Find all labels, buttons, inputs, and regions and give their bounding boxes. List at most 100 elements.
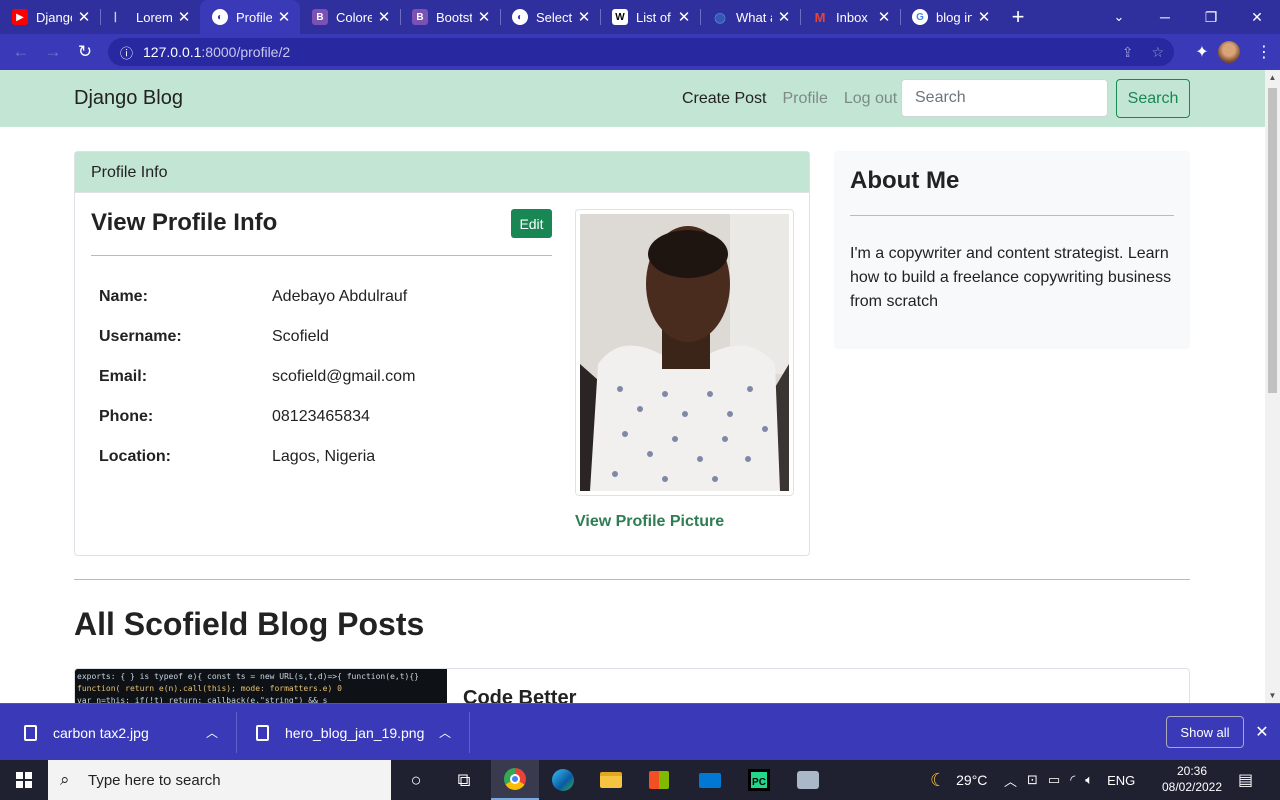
field-label: Name:: [99, 288, 148, 305]
tab-title: Colore: [336, 9, 372, 25]
post-card[interactable]: exports: { } is typeof e){ const ts = ne…: [74, 668, 1190, 703]
nav-create-post[interactable]: Create Post: [682, 90, 766, 108]
info-row: Username: Scofield: [99, 328, 539, 368]
scroll-up-icon[interactable]: ▲: [1265, 70, 1280, 85]
window-close-icon[interactable]: ✕: [1234, 0, 1280, 34]
youtube-icon: ▶: [12, 9, 28, 25]
site-brand[interactable]: Django Blog: [74, 87, 183, 110]
meet-now-icon[interactable]: ⊡: [1027, 772, 1038, 788]
volume-icon[interactable]: 🔈︎: [1085, 772, 1093, 788]
browser-tab[interactable]: B Bootst ✕: [400, 0, 500, 34]
close-icon[interactable]: ✕: [476, 8, 492, 26]
chevron-up-icon[interactable]: ︿: [206, 724, 218, 741]
browser-toolbar: ← → ↻ ⓘ 127.0.0.1:8000/profile/2 ⇪ ☆ ✦ ⋮: [0, 34, 1280, 70]
info-icon[interactable]: ⓘ: [120, 43, 133, 62]
close-icon[interactable]: ✕: [76, 8, 92, 26]
field-label: Email:: [99, 368, 148, 385]
taskbar-search-input[interactable]: ⌕ Type here to search: [48, 760, 391, 800]
file-icon: [24, 724, 37, 741]
tab-title: Lorem: [136, 9, 172, 25]
language-indicator[interactable]: ENG: [1107, 773, 1135, 788]
search-input[interactable]: Search: [901, 79, 1108, 117]
info-row: Name: Adebayo Abdulrauf: [99, 288, 539, 328]
tab-title: Bootst: [436, 9, 472, 25]
gmail-icon: M: [814, 9, 826, 25]
search-button[interactable]: Search: [1116, 79, 1190, 118]
url-path: :8000/profile/2: [201, 44, 291, 60]
scroll-down-icon[interactable]: ▼: [1265, 688, 1280, 703]
chevron-up-icon[interactable]: ︿: [1004, 771, 1017, 790]
close-icon[interactable]: ✕: [876, 8, 892, 26]
page-scrollbar[interactable]: ▲ ▼: [1265, 70, 1280, 703]
new-tab-button[interactable]: +: [1000, 0, 1036, 34]
close-icon[interactable]: ✕: [176, 8, 192, 26]
pycharm-icon[interactable]: PC: [735, 760, 783, 800]
download-item[interactable]: carbon tax2.jpg ︿: [24, 704, 234, 761]
wifi-icon[interactable]: ◜: [1070, 772, 1075, 788]
browser-tab[interactable]: ◍ What a✕: [700, 0, 800, 34]
edit-button[interactable]: Edit: [511, 209, 552, 238]
nav-profile[interactable]: Profile: [782, 90, 827, 108]
close-icon[interactable]: ✕: [276, 8, 292, 26]
browser-tab[interactable]: Gblog in ✕: [900, 0, 1000, 34]
battery-icon[interactable]: ▭: [1048, 772, 1060, 788]
back-arrow-icon[interactable]: ←: [6, 37, 36, 67]
address-bar[interactable]: ⓘ 127.0.0.1:8000/profile/2 ⇪ ☆: [108, 38, 1174, 66]
cortana-icon[interactable]: ○: [392, 760, 440, 800]
browser-tab-active[interactable]: ◐ Profile ✕: [200, 0, 300, 34]
divider: [74, 579, 1190, 580]
show-all-button[interactable]: Show all: [1166, 716, 1244, 748]
restore-icon[interactable]: ❐: [1188, 0, 1234, 34]
view-profile-picture-link[interactable]: View Profile Picture: [575, 513, 724, 531]
task-view-icon[interactable]: ⧉: [440, 760, 488, 800]
close-icon[interactable]: ✕: [676, 8, 692, 26]
about-title: About Me: [850, 167, 960, 194]
browser-tab[interactable]: M Inbox (✕: [800, 0, 900, 34]
field-value: Lagos, Nigeria: [272, 448, 376, 465]
menu-kebab-icon[interactable]: ⋮: [1248, 36, 1280, 68]
close-icon[interactable]: ✕: [376, 8, 392, 26]
scrollbar-thumb[interactable]: [1268, 88, 1277, 393]
windows-start-icon[interactable]: [0, 760, 48, 800]
share-icon[interactable]: ⇪: [1122, 44, 1134, 61]
close-icon[interactable]: ✕: [776, 8, 792, 26]
download-item[interactable]: hero_blog_jan_19.png ︿: [256, 704, 466, 761]
close-icon[interactable]: ✕: [976, 8, 992, 26]
browser-tab[interactable]: ▶ Django✕: [0, 0, 100, 34]
chevron-up-icon[interactable]: ︿: [439, 724, 451, 741]
clock[interactable]: 20:36 08/02/2022: [1152, 763, 1232, 795]
tab-search-chevron-icon[interactable]: ⌄: [1104, 0, 1134, 34]
browser-tab[interactable]: B Colore ✕: [300, 0, 400, 34]
close-icon[interactable]: ✕: [1252, 720, 1272, 744]
field-label: Username:: [99, 328, 182, 345]
profile-photo[interactable]: [575, 209, 794, 496]
browser-tab[interactable]: ⎸ Lorem ✕: [100, 0, 200, 34]
browser-tab[interactable]: ◐ Select ✕: [500, 0, 600, 34]
wikipedia-icon: W: [612, 9, 628, 25]
close-icon[interactable]: ✕: [576, 8, 592, 26]
reload-icon[interactable]: ↻: [70, 37, 100, 67]
windows-taskbar: ⌕ Type here to search ○ ⧉ PC ☾ 29°C ︿ ⊡ …: [0, 760, 1280, 800]
divider: [236, 712, 237, 753]
card-header: Profile Info: [75, 152, 809, 193]
clock-date: 08/02/2022: [1161, 780, 1223, 794]
field-value: scofield@gmail.com: [272, 368, 416, 385]
edge-icon[interactable]: [539, 760, 587, 800]
weather-widget[interactable]: ☾ 29°C: [930, 760, 987, 800]
bookmark-star-icon[interactable]: ☆: [1151, 44, 1164, 61]
about-me-panel: About Me I'm a copywriter and content st…: [834, 151, 1190, 349]
browser-tab[interactable]: W List of ✕: [600, 0, 700, 34]
minimize-icon[interactable]: ─: [1142, 0, 1188, 34]
mail-icon[interactable]: [686, 760, 734, 800]
forward-arrow-icon[interactable]: →: [38, 37, 68, 67]
file-explorer-icon[interactable]: [587, 760, 635, 800]
extensions-puzzle-icon[interactable]: ✦: [1186, 36, 1218, 68]
chrome-icon[interactable]: [491, 760, 539, 800]
browser-profile-avatar[interactable]: [1218, 41, 1240, 63]
nav-logout[interactable]: Log out: [844, 90, 897, 108]
app-icon[interactable]: [784, 760, 832, 800]
post-title[interactable]: Code Better: [463, 687, 576, 703]
notifications-icon[interactable]: ▤: [1238, 760, 1253, 800]
post-thumbnail[interactable]: exports: { } is typeof e){ const ts = ne…: [75, 669, 447, 703]
store-icon[interactable]: [635, 760, 683, 800]
